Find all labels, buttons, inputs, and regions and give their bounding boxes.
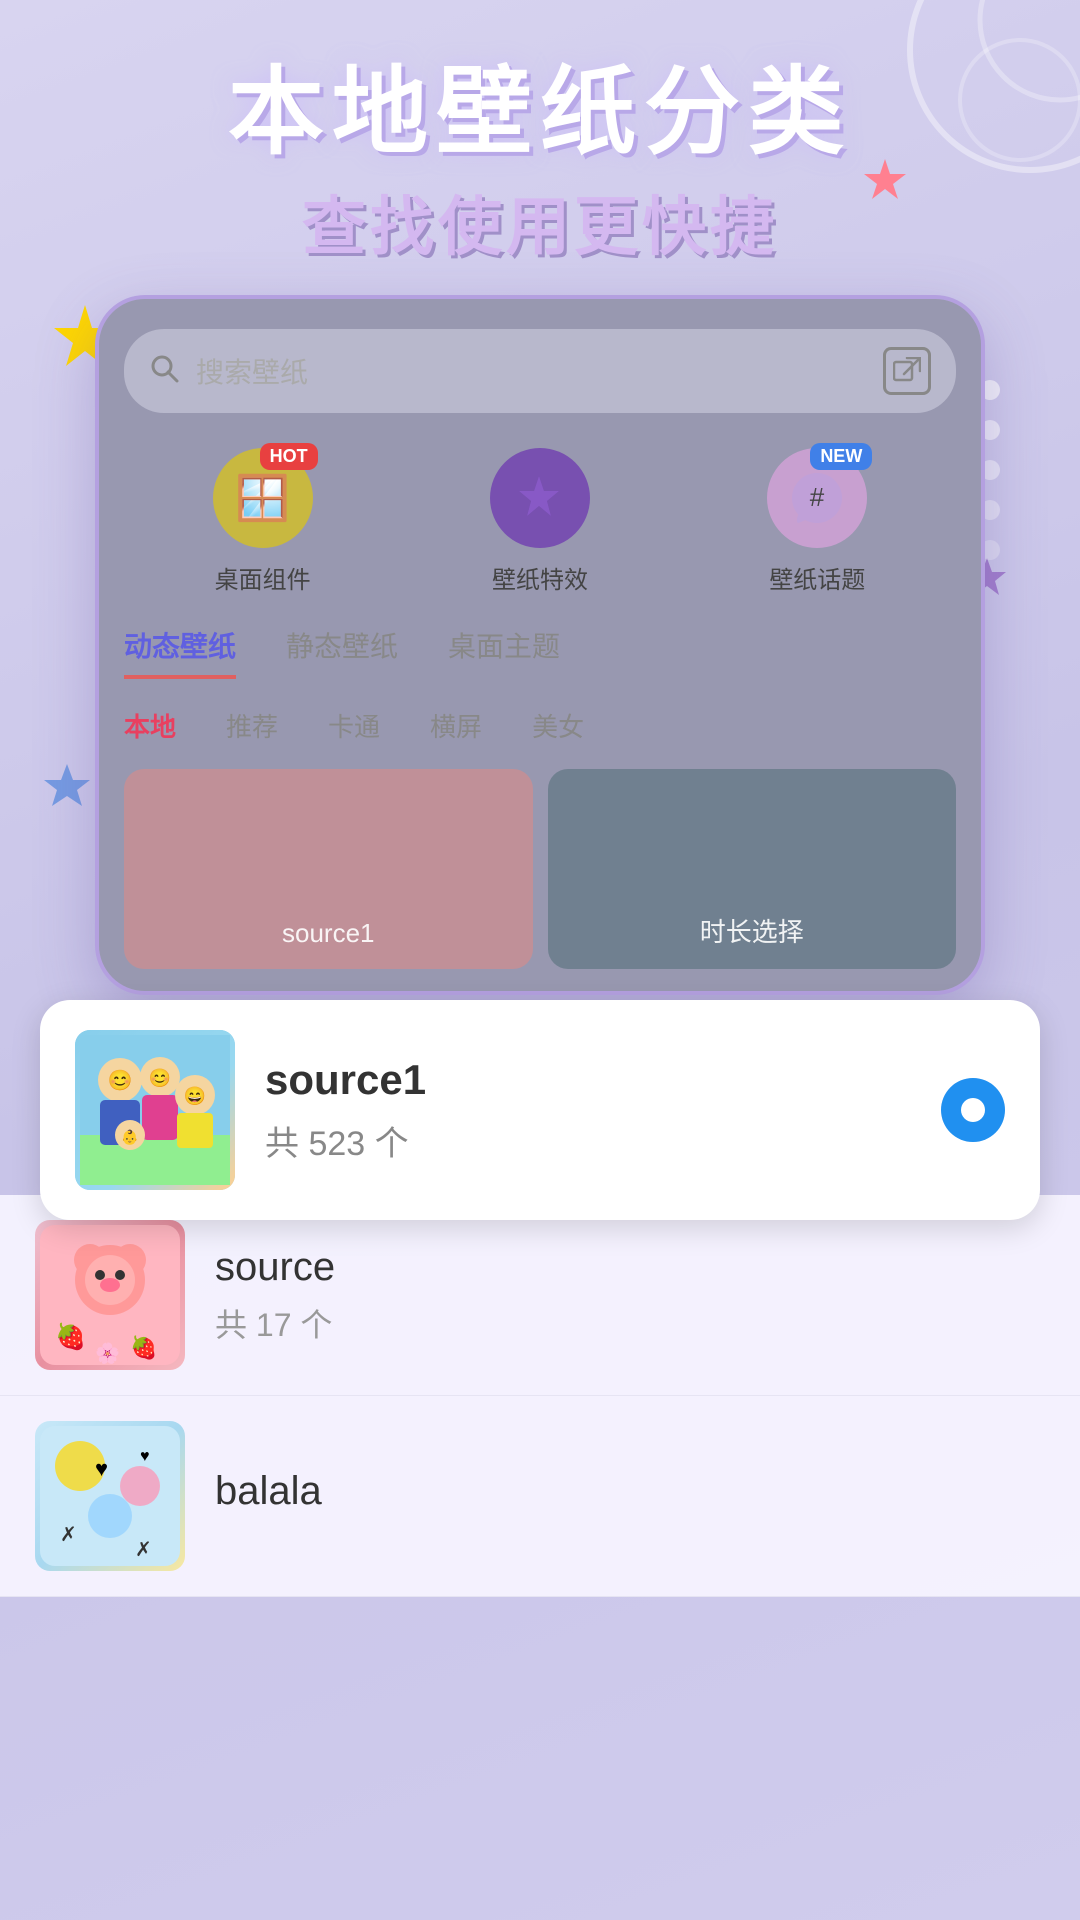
card-label-duration: 时长选择 [700, 912, 804, 949]
category-item-desktop[interactable]: 🪟 HOT 桌面组件 [213, 448, 313, 595]
search-placeholder: 搜索壁纸 [196, 351, 883, 391]
svg-text:😄: 😄 [184, 1086, 206, 1106]
subtab-beauty[interactable]: 美女 [532, 707, 584, 744]
list-count-source: 共 17 个 [215, 1300, 1045, 1346]
tab-desktop-theme[interactable]: 桌面主题 [448, 625, 560, 679]
header-section: 本地壁纸分类 查找使用更快捷 [0, 60, 1080, 268]
svg-text:🍓: 🍓 [55, 1322, 86, 1351]
category-item-wallpaper-fx[interactable]: 壁纸特效 [490, 448, 590, 595]
phone-mockup: 搜索壁纸 🪟 HOT 桌面组件 [95, 295, 985, 995]
list-thumbnail-source: 🍓 🍓 🌸 [35, 1220, 185, 1370]
svg-text:♥: ♥ [140, 1448, 150, 1465]
subtab-cartoon[interactable]: 卡通 [328, 707, 380, 744]
list-name-balala: balala [215, 1469, 1045, 1514]
external-link-icon[interactable] [883, 347, 931, 395]
category-item-wallpaper-topic[interactable]: # NEW 壁纸话题 [767, 448, 867, 595]
wallpaper-grid: source1 时长选择 [124, 769, 956, 969]
list-item-balala[interactable]: ✗ ✗ ♥ ♥ balala [0, 1396, 1080, 1597]
category-label-wallpaper-topic: 壁纸话题 [769, 560, 865, 595]
tab-static-wallpaper[interactable]: 静态壁纸 [286, 625, 398, 679]
main-tabs: 动态壁纸 静态壁纸 桌面主题 [124, 625, 956, 687]
new-badge-icon: NEW [810, 443, 872, 470]
list-thumbnail-balala: ✗ ✗ ♥ ♥ [35, 1421, 185, 1571]
wallpaper-card-duration[interactable]: 时长选择 [548, 769, 957, 969]
tab-dynamic-wallpaper[interactable]: 动态壁纸 [124, 625, 236, 679]
main-title: 本地壁纸分类 [0, 60, 1080, 166]
source1-name: source1 [265, 1056, 911, 1104]
sub-tabs: 本地 推荐 卡通 横屏 美女 [124, 707, 956, 744]
list-item-source[interactable]: 🍓 🍓 🌸 source 共 17 个 [0, 1195, 1080, 1396]
search-bar[interactable]: 搜索壁纸 [124, 329, 956, 413]
svg-text:😊: 😊 [149, 1068, 171, 1088]
category-label-wallpaper-fx: 壁纸特效 [492, 560, 588, 595]
svg-text:✗: ✗ [60, 1524, 77, 1546]
star-blue-decoration [40, 760, 95, 815]
svg-text:#: # [810, 482, 825, 512]
svg-text:👶: 👶 [121, 1129, 138, 1146]
subtab-local[interactable]: 本地 [124, 707, 176, 744]
source1-radio-button[interactable] [941, 1078, 1005, 1142]
svg-text:😊: 😊 [108, 1069, 133, 1092]
svg-text:🌸: 🌸 [95, 1341, 120, 1365]
list-info-balala: balala [215, 1469, 1045, 1524]
source1-thumbnail: 😊 😊 😄 👶 [75, 1030, 235, 1190]
category-label-desktop: 桌面组件 [215, 560, 311, 595]
list-section: 🍓 🍓 🌸 source 共 17 个 ✗ [0, 1195, 1080, 1597]
card-label-source1: source1 [282, 918, 375, 949]
subtab-recommend[interactable]: 推荐 [226, 707, 278, 744]
list-info-source: source 共 17 个 [215, 1245, 1045, 1346]
hot-badge: HOT [260, 443, 318, 470]
source1-count: 共 523 个 [265, 1116, 911, 1165]
svg-text:♥: ♥ [95, 1456, 108, 1481]
radio-inner [961, 1098, 985, 1122]
list-name-source: source [215, 1245, 1045, 1290]
wallpaper-card-source1[interactable]: source1 [124, 769, 533, 969]
category-row: 🪟 HOT 桌面组件 壁纸特效 [124, 448, 956, 595]
source1-selected-card[interactable]: 😊 😊 😄 👶 source1 共 523 个 [40, 1000, 1040, 1220]
search-icon [149, 353, 181, 390]
subtab-landscape[interactable]: 横屏 [430, 707, 482, 744]
sub-title: 查找使用更快捷 [0, 176, 1080, 268]
svg-text:✗: ✗ [135, 1539, 152, 1561]
svg-text:🍓: 🍓 [130, 1335, 157, 1360]
source1-info: source1 共 523 个 [265, 1056, 911, 1165]
